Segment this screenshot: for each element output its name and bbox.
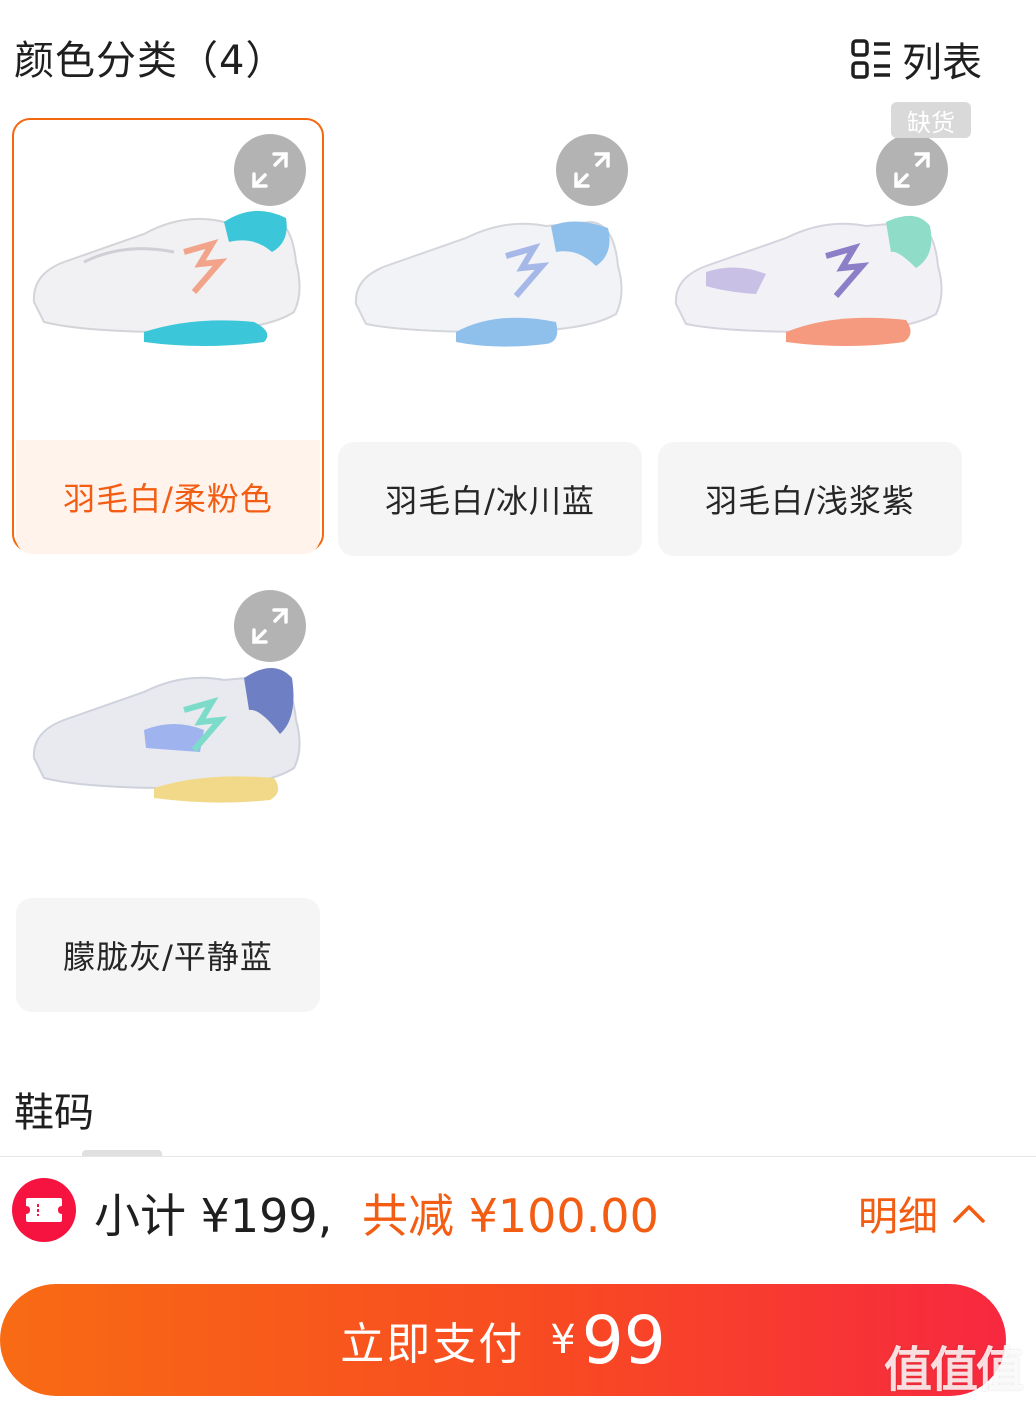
variant-label: 朦胧灰/平静蓝 (16, 898, 320, 1012)
list-view-toggle[interactable]: 列表 (850, 30, 982, 88)
variant-card-0[interactable]: 羽毛白/柔粉色 (12, 118, 324, 554)
expand-icon (574, 152, 610, 188)
color-category-title: 颜色分类（4） (14, 38, 287, 84)
expand-icon (252, 608, 288, 644)
variant-image (338, 122, 642, 438)
expand-image-button[interactable] (234, 590, 306, 662)
list-view-icon (851, 39, 890, 79)
variant-label: 羽毛白/浅浆紫 (658, 442, 962, 556)
shoe-image (32, 210, 301, 346)
detail-label: 明细 (858, 1194, 938, 1240)
list-view-label: 列表 (902, 40, 982, 86)
shoe-image (32, 668, 301, 803)
ticket-icon (26, 1198, 62, 1222)
variant-label: 羽毛白/冰川蓝 (338, 442, 642, 556)
pay-label: 立即支付 (340, 1319, 525, 1370)
size-section-title: 鞋码 (14, 1090, 94, 1136)
shoe-image (674, 215, 943, 346)
coupon-button[interactable] (12, 1178, 76, 1242)
watermark: 值值值 zhizhizhi.com (884, 1330, 1024, 1415)
expand-icon (252, 152, 288, 188)
expand-icon (894, 152, 930, 188)
watermark-main: 值值值 (884, 1342, 1024, 1398)
subtotal-text: 小计 ¥199, (94, 1189, 333, 1243)
expand-image-button[interactable] (556, 134, 628, 206)
discount-text: 共减 ¥100.00 (362, 1189, 659, 1243)
expand-image-button[interactable] (234, 134, 306, 206)
chevron-up-icon (953, 1205, 985, 1223)
expand-image-button[interactable] (876, 134, 948, 206)
variant-card-1[interactable]: 羽毛白/冰川蓝 (338, 122, 642, 556)
shoe-image (354, 220, 623, 347)
watermark-sub: zhizhizhi.com (892, 1394, 1014, 1415)
pay-amount: 99 (581, 1301, 666, 1379)
out-of-stock-badge: 缺货 (891, 102, 971, 138)
variant-card-2[interactable]: 羽毛白/浅浆紫 (658, 122, 962, 556)
variant-image (658, 122, 962, 438)
pay-now-button[interactable]: 立即支付 ¥ 99 (0, 1284, 1006, 1396)
pay-currency: ¥ (550, 1317, 576, 1363)
price-detail-toggle[interactable]: 明细 (858, 1184, 986, 1242)
variant-card-3[interactable]: 朦胧灰/平静蓝 (16, 578, 320, 1012)
variant-image (16, 122, 320, 438)
variant-image (16, 578, 320, 894)
variant-label: 羽毛白/柔粉色 (16, 440, 320, 554)
